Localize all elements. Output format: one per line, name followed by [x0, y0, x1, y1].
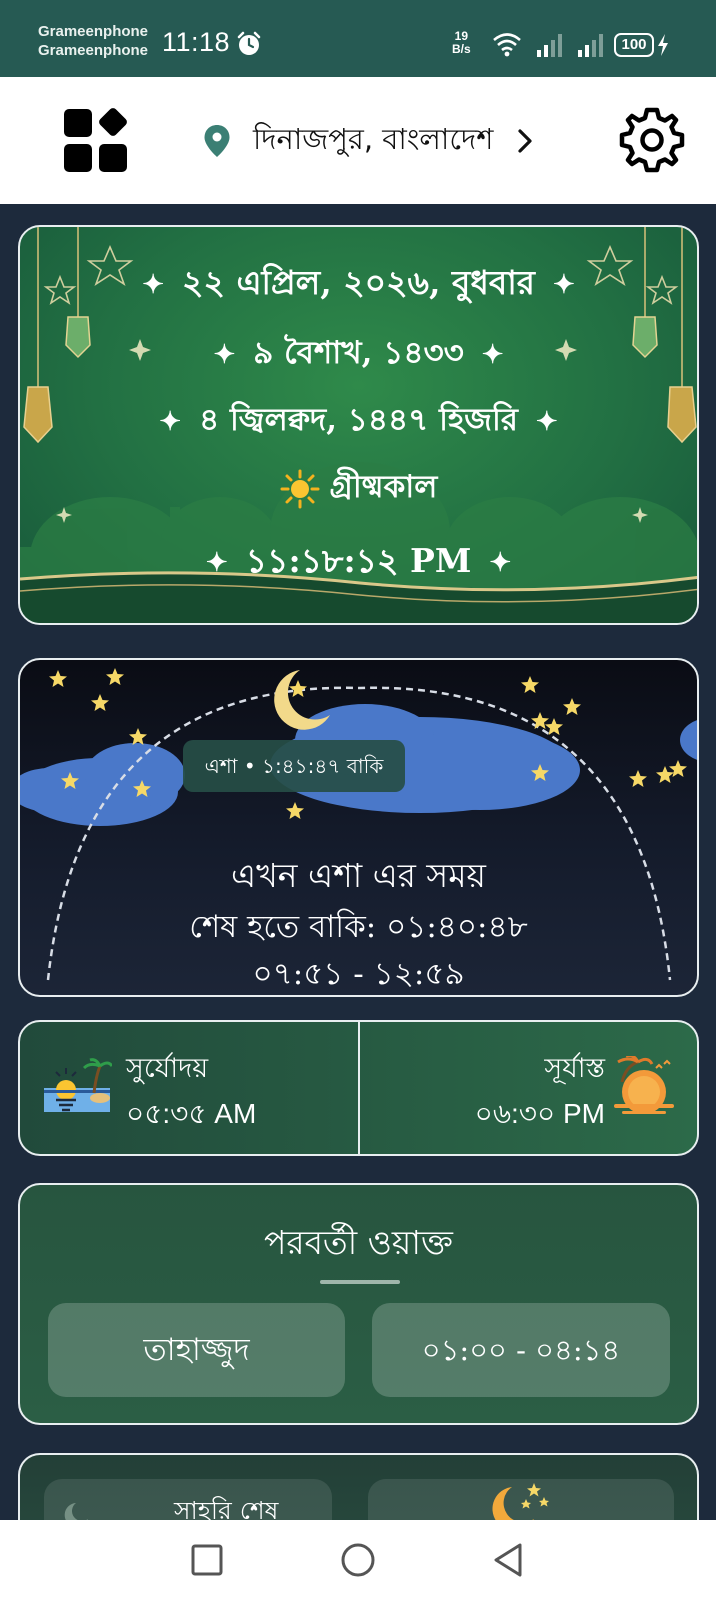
signal-icon: [537, 34, 562, 57]
gregorian-date: ২২ এপ্রিল, ২০২৬, বুধবার: [182, 263, 535, 302]
title-underline: [320, 1280, 400, 1284]
sparkle-icon: ✦: [489, 548, 512, 578]
gear-icon[interactable]: [619, 107, 685, 173]
sparkle-icon: ✦: [552, 270, 575, 300]
chevron-right-icon: [518, 129, 532, 153]
date-card: ✦ ২২ এপ্রিল, ২০২৬, বুধবার ✦ ✦ ৯ বৈশাখ, ১৪৩৩…: [18, 225, 699, 625]
current-prayer-title: এখন এশা এর সময়: [231, 856, 486, 895]
time-remaining: শেষ হতে বাকি: ০১:৪০:৪৮: [189, 909, 528, 945]
hijri-date-line: ✦ ৪ জ্বিলক্বদ, ১৪৪৭ হিজরি ✦: [20, 396, 697, 448]
network-speed: 19 B/s: [452, 30, 471, 56]
next-prayer-time-range: ০১:০০ - ০৪:১৪: [372, 1303, 670, 1397]
sparkle-icon: ✦: [481, 339, 504, 370]
alarm-icon: [237, 31, 261, 55]
sparkle-icon: ✦: [205, 548, 228, 578]
status-time: 11:18: [162, 27, 231, 57]
sparkle-icon: ✦: [213, 339, 236, 370]
sunrise-time: ০৫:৩৫ AM: [126, 1098, 257, 1129]
sunrise-icon: [44, 1058, 112, 1112]
carrier-2: Grameenphone: [38, 42, 149, 59]
sun-icon: [280, 469, 320, 508]
sunset-icon: [614, 1056, 674, 1114]
location-pin-icon: [204, 125, 230, 157]
hijri-date: ৪ জ্বিলক্বদ, ১৪৪৭ হিজরি: [199, 402, 518, 438]
sunset-time: ০৬:৩০ PM: [474, 1098, 605, 1129]
network-speed-unit: B/s: [452, 42, 471, 56]
charging-bolt-icon: [658, 34, 668, 56]
prayer-countdown-chip: এশা • ১:৪১:৪৭ বাকি: [183, 740, 405, 792]
bangla-date: ৯ বৈশাখ, ১৪৩৩: [253, 335, 464, 371]
bangla-date-line: ✦ ৯ বৈশাখ, ১৪৩৩ ✦: [20, 329, 697, 381]
sunrise-label: সুর্যোদয়: [126, 1053, 209, 1084]
gregorian-date-line: ✦ ২২ এপ্রিল, ২০২৬, বুধবার ✦: [20, 257, 697, 313]
signal-icon: [578, 34, 603, 57]
status-bar: Grameenphone Grameenphone 11:18 19 B/s 1…: [0, 0, 716, 77]
sparkle-icon: ✦: [142, 270, 165, 300]
sparkle-icon: ✦: [535, 406, 558, 437]
live-clock: ১১:১৮:১২ PM: [245, 541, 472, 580]
location-label: দিনাজপুর, বাংলাদেশ: [253, 121, 494, 156]
menu-grid-icon[interactable]: [63, 108, 129, 174]
prayer-time-range: ০৭:৫১ - ১২:৫৯: [252, 956, 465, 992]
season-label: গ্রীষ্মকাল: [329, 469, 438, 505]
clock-line: ✦ ১১:১৮:১২ PM ✦: [20, 535, 697, 591]
app-header: দিনাজপুর, বাংলাদেশ: [0, 77, 716, 204]
current-prayer-card: এশা • ১:৪১:৪৭ বাকি এখন এশা এর সময় শেষ হ…: [18, 658, 699, 997]
recents-button[interactable]: [187, 1540, 227, 1580]
next-prayer-name: তাহাজ্জুদ: [48, 1303, 345, 1397]
back-button[interactable]: [488, 1540, 528, 1580]
divider: [358, 1022, 360, 1154]
battery-indicator: 100: [614, 33, 668, 57]
carrier-names: Grameenphone Grameenphone: [38, 22, 148, 60]
location-selector[interactable]: দিনাজপুর, বাংলাদেশ: [203, 113, 535, 169]
sparkle-icon: ✦: [159, 406, 182, 437]
system-nav-bar: [0, 1520, 716, 1600]
sunset-label: সূর্যাস্ত: [544, 1053, 605, 1084]
carrier-1: Grameenphone: [38, 23, 149, 40]
season-line: গ্রীষ্মকাল: [20, 463, 697, 515]
sunrise-sunset-card: সুর্যোদয় ০৫:৩৫ AM সূর্যাস্ত ০৬:৩০ PM: [18, 1020, 699, 1156]
next-prayer-card: পরবর্তী ওয়াক্ত তাহাজ্জুদ ০১:০০ - ০৪:১৪: [18, 1183, 699, 1425]
battery-level: 100: [614, 33, 654, 57]
wifi-icon: [493, 33, 521, 57]
home-button[interactable]: [338, 1540, 378, 1580]
next-prayer-title: পরবর্তী ওয়াক্ত: [264, 1223, 453, 1262]
